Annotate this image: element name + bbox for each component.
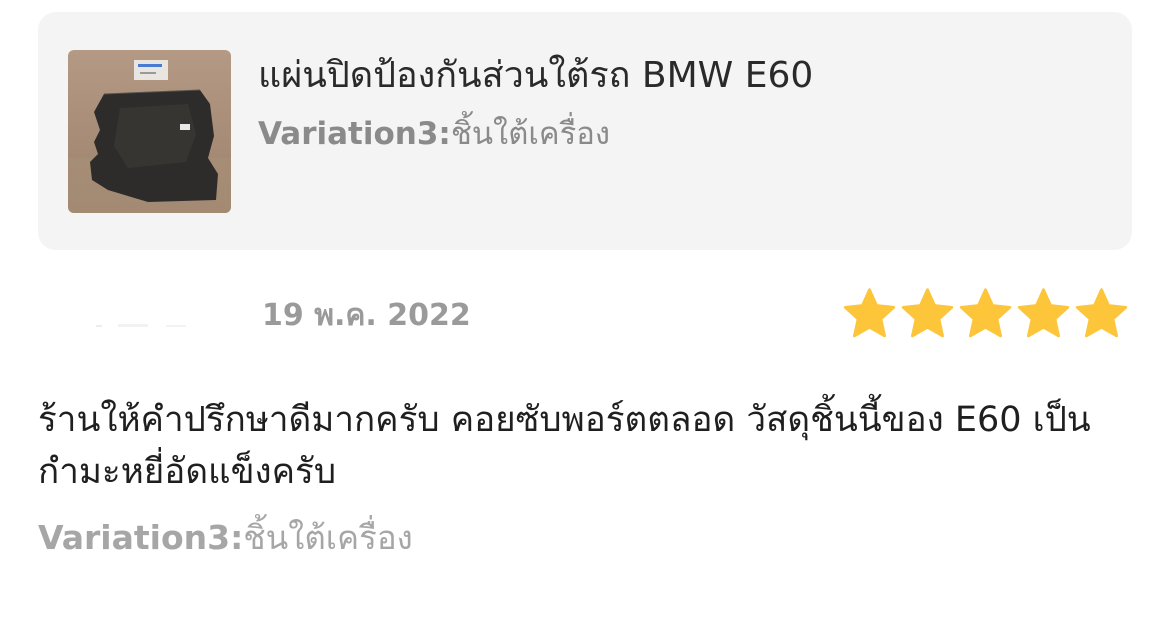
star-icon [1075,288,1128,338]
review-date: 19 พ.ค. 2022 [262,298,471,333]
product-title[interactable]: แผ่นปิดป้องกันส่วนใต้รถ BMW E60 [258,54,813,98]
review-variation-value: ชิ้นใต้เครื่อง [243,518,413,557]
product-photo-icon [68,50,231,213]
reviewer-avatar [96,324,186,327]
review-variation: Variation3:ชิ้นใต้เครื่อง [38,516,413,560]
star-icon [1017,288,1070,338]
product-variation-key: Variation3: [258,116,451,152]
review-text: ร้านให้คำปรึกษาดีมากครับ คอยซับพอร์ตตลอด… [38,400,1091,492]
star-icon [843,288,896,338]
star-icon [959,288,1012,338]
product-card[interactable]: แผ่นปิดป้องกันส่วนใต้รถ BMW E60 Variatio… [38,12,1132,250]
review-variation-key: Variation3: [38,518,244,557]
product-variation: Variation3:ชิ้นใต้เครื่อง [258,114,610,154]
star-rating [842,286,1129,348]
product-variation-value: ชิ้นใต้เครื่อง [450,116,611,152]
product-thumbnail[interactable] [68,50,231,213]
star-icon [901,288,954,338]
